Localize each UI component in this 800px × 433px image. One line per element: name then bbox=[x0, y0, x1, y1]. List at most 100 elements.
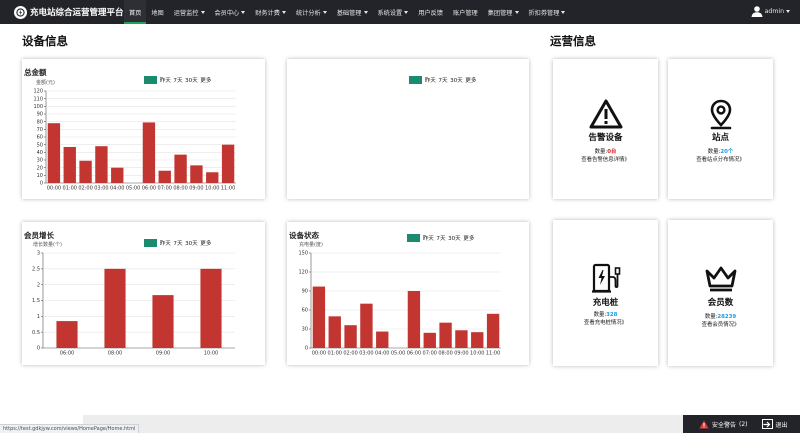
location-pin-icon bbox=[668, 99, 773, 131]
dropdown-caret-icon bbox=[561, 10, 566, 14]
nav-item-label: 运营监控 bbox=[173, 9, 199, 17]
dropdown-caret-icon bbox=[363, 10, 368, 14]
y-tick-label: 1 bbox=[37, 314, 40, 320]
y-tick-label: 20 bbox=[37, 165, 43, 171]
nav-item-label: 用户反馈 bbox=[418, 9, 443, 17]
bar bbox=[439, 322, 452, 348]
x-tick-label: 06:00 bbox=[60, 351, 74, 357]
top-navbar: 充电站综合运营管理平台 首页 地图 运营监控 会员中心 财务计费 统计分析 基础管理 系统设置… bbox=[0, 0, 800, 24]
station-detail-link[interactable]: 查看站点分布情况》 bbox=[668, 155, 773, 163]
x-tick-label: 03:00 bbox=[359, 351, 373, 357]
y-tick-label: 2.5 bbox=[32, 267, 40, 273]
dropdown-caret-icon bbox=[282, 10, 286, 14]
nav-item-6[interactable]: 基础管理 bbox=[332, 0, 373, 24]
bar bbox=[152, 295, 174, 348]
range-yesterday[interactable]: 昨天 bbox=[425, 76, 436, 84]
info-card-station[interactable]: 站点 数量:20个 查看站点分布情况》 bbox=[668, 59, 773, 199]
bar bbox=[471, 332, 484, 348]
alarm-count: (2) bbox=[739, 420, 748, 428]
info-name: 会员数 bbox=[707, 298, 734, 308]
bar bbox=[407, 291, 421, 348]
bar bbox=[206, 172, 219, 183]
bar bbox=[95, 146, 108, 183]
member-detail-link[interactable]: 查看会员情况》 bbox=[668, 320, 773, 328]
y-tick-label: 50 bbox=[37, 142, 43, 148]
device-status-chart: 0 30 60 90 120 150 00:00 01:00 02:00 03:00 04:00 05… bbox=[298, 251, 501, 357]
bar bbox=[56, 321, 78, 348]
nav-item-5[interactable]: 统计分析 bbox=[291, 0, 332, 24]
x-tick-label: 01:00 bbox=[328, 351, 342, 357]
bar bbox=[376, 331, 389, 348]
brand[interactable]: 充电站综合运营管理平台 bbox=[14, 4, 124, 20]
section-title-ops: 运营信息 bbox=[550, 34, 596, 48]
logout-icon bbox=[761, 419, 773, 429]
brand-logo-icon bbox=[14, 5, 27, 19]
x-tick-label: 10:00 bbox=[470, 351, 484, 357]
info-card-pile[interactable]: 充电桩 数量:328 查看充电桩情况》 bbox=[553, 220, 658, 366]
y-tick-label: 40 bbox=[37, 150, 43, 156]
x-tick-label: 10:00 bbox=[205, 186, 219, 192]
logout-button[interactable]: 退出 bbox=[761, 419, 788, 429]
pile-detail-link[interactable]: 查看充电桩情况》 bbox=[553, 318, 658, 326]
bar bbox=[423, 332, 436, 348]
x-tick-label: 05:00 bbox=[391, 351, 405, 357]
y-tick-label: 90 bbox=[37, 112, 43, 118]
nav-item-1[interactable]: 地图 bbox=[146, 0, 168, 24]
nav-item-4[interactable]: 财务计费 bbox=[250, 0, 291, 24]
info-card-member[interactable]: 会员数 数量:28239 查看会员情况》 bbox=[668, 220, 773, 366]
nav-item-10[interactable]: 集团管理 bbox=[483, 0, 524, 24]
y-tick-label: 100 bbox=[33, 104, 43, 110]
x-tick-label: 07:00 bbox=[423, 351, 437, 357]
range-30days[interactable]: 30天 bbox=[450, 76, 463, 84]
y-tick-label: 3 bbox=[37, 251, 40, 257]
nav-item-9[interactable]: 账户管理 bbox=[448, 0, 483, 24]
nav-item-label: 会员中心 bbox=[214, 9, 240, 17]
safety-alarm-button[interactable]: 安全警告 (2) bbox=[699, 420, 748, 429]
card-member-growth: 会员增长 增长数量(个) 今日 昨天 7天 30天 更多 0 0.5 1 1.5 2 2.… bbox=[22, 222, 265, 365]
user-caret-icon bbox=[786, 9, 790, 13]
status-url: https://test.gdkjyw.com/views/HomePage/H… bbox=[0, 424, 140, 433]
x-tick-label: 02:00 bbox=[78, 186, 92, 192]
bottom-actions: 安全警告 (2) 退出 bbox=[683, 415, 800, 433]
nav-item-label: 地图 bbox=[151, 9, 164, 17]
user-menu[interactable]: admin bbox=[751, 5, 790, 17]
user-avatar-icon bbox=[751, 6, 763, 17]
warning-icon bbox=[553, 99, 658, 129]
y-tick-label: 0.5 bbox=[32, 330, 40, 336]
y-tick-label: 70 bbox=[37, 127, 43, 133]
nav-item-8[interactable]: 用户反馈 bbox=[413, 0, 448, 24]
logout-label: 退出 bbox=[775, 421, 788, 429]
nav-item-3[interactable]: 会员中心 bbox=[210, 0, 251, 24]
nav-item-label: 首页 bbox=[129, 9, 142, 17]
y-tick-label: 150 bbox=[298, 251, 308, 257]
section-title-device: 设备信息 bbox=[22, 34, 68, 48]
crown-icon bbox=[668, 264, 773, 292]
range-more[interactable]: 更多 bbox=[465, 76, 476, 84]
y-tick-label: 90 bbox=[302, 289, 308, 295]
y-tick-label: 120 bbox=[33, 89, 43, 95]
bar bbox=[174, 154, 187, 183]
bar bbox=[455, 330, 468, 348]
alarm-detail-link[interactable]: 查看告警信息详情》 bbox=[553, 155, 658, 163]
member-growth-chart: 0 0.5 1 1.5 2 2.5 3 06:00 08:00 09:00 10:00 bbox=[32, 251, 235, 357]
alarm-triangle-icon bbox=[699, 420, 709, 428]
bar bbox=[142, 122, 156, 183]
info-card-alarm[interactable]: 告警设备 数量:0台 查看告警信息详情》 bbox=[553, 59, 658, 199]
nav-item-0[interactable]: 首页 bbox=[124, 0, 147, 24]
range-7days[interactable]: 7天 bbox=[438, 76, 447, 84]
x-tick-label: 11:00 bbox=[486, 351, 500, 357]
x-tick-label: 00:00 bbox=[47, 186, 61, 192]
nav-item-11[interactable]: 折扣券管理 bbox=[524, 0, 571, 24]
x-tick-label: 02:00 bbox=[343, 351, 357, 357]
nav-item-2[interactable]: 运营监控 bbox=[169, 0, 210, 24]
user-name: admin bbox=[764, 7, 784, 15]
bar bbox=[486, 313, 500, 348]
nav-item-7[interactable]: 系统设置 bbox=[373, 0, 414, 24]
bar bbox=[47, 123, 61, 183]
x-tick-label: 08:00 bbox=[173, 186, 187, 192]
range-today[interactable]: 今日 bbox=[409, 76, 423, 84]
bar bbox=[190, 165, 203, 183]
x-tick-label: 08:00 bbox=[108, 351, 122, 357]
y-tick-label: 10 bbox=[37, 173, 43, 179]
charging-pile-icon bbox=[553, 262, 658, 294]
